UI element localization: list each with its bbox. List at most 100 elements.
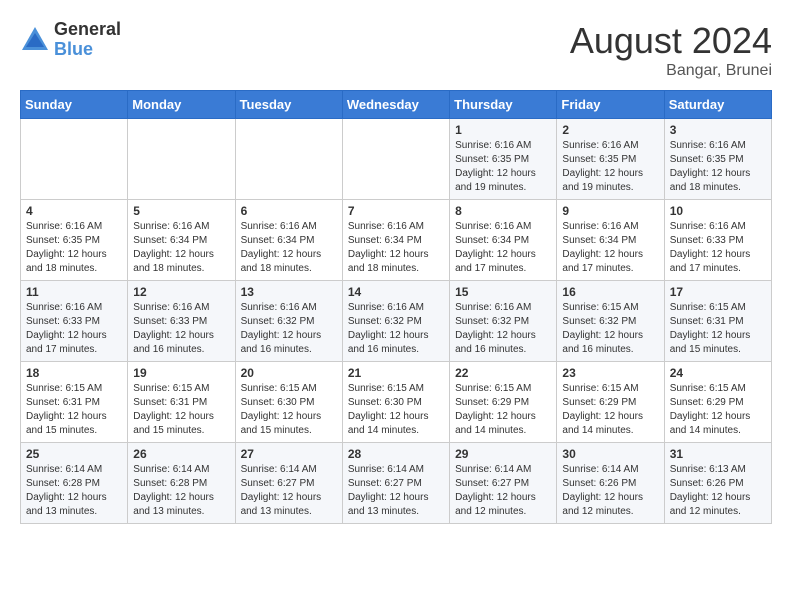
- day-number: 14: [348, 285, 444, 299]
- header-day-thursday: Thursday: [450, 91, 557, 119]
- day-number: 4: [26, 204, 122, 218]
- day-info: Sunrise: 6:16 AM Sunset: 6:35 PM Dayligh…: [455, 139, 551, 195]
- day-info: Sunrise: 6:16 AM Sunset: 6:33 PM Dayligh…: [133, 301, 229, 357]
- day-number: 21: [348, 366, 444, 380]
- day-info: Sunrise: 6:16 AM Sunset: 6:35 PM Dayligh…: [562, 139, 658, 195]
- day-info: Sunrise: 6:15 AM Sunset: 6:31 PM Dayligh…: [670, 301, 766, 357]
- logo: General Blue: [20, 20, 121, 60]
- day-number: 8: [455, 204, 551, 218]
- day-number: 2: [562, 123, 658, 137]
- calendar-cell: 16Sunrise: 6:15 AM Sunset: 6:32 PM Dayli…: [557, 281, 664, 362]
- calendar-cell: 25 Sunrise: 6:14 AM Sunset: 6:28 PM Dayli…: [21, 443, 128, 524]
- day-number: 1: [455, 123, 551, 137]
- calendar-cell: 18 Sunrise: 6:15 AM Sunset: 6:31 PM Dayli…: [21, 362, 128, 443]
- day-info: Sunrise: 6:15 AM Sunset: 6:29 PM Dayligh…: [670, 382, 766, 438]
- calendar-cell: [21, 119, 128, 200]
- day-number: 15: [455, 285, 551, 299]
- logo-blue-text: Blue: [54, 40, 121, 60]
- day-number: 22: [455, 366, 551, 380]
- calendar-cell: 24Sunrise: 6:15 AM Sunset: 6:29 PM Dayli…: [664, 362, 771, 443]
- calendar-cell: 2 Sunrise: 6:16 AM Sunset: 6:35 PM Daylig…: [557, 119, 664, 200]
- day-number: 29: [455, 447, 551, 461]
- calendar-cell: 31Sunrise: 6:13 AM Sunset: 6:26 PM Dayli…: [664, 443, 771, 524]
- calendar-cell: 21 Sunrise: 6:15 AM Sunset: 6:30 PM Dayli…: [342, 362, 449, 443]
- day-number: 9: [562, 204, 658, 218]
- calendar-cell: 22Sunrise: 6:15 AM Sunset: 6:29 PM Dayli…: [450, 362, 557, 443]
- day-number: 25: [26, 447, 122, 461]
- day-info: Sunrise: 6:14 AM Sunset: 6:27 PM Dayligh…: [241, 463, 337, 519]
- page-header: General Blue August 2024 Bangar, Brunei: [20, 20, 772, 80]
- day-number: 28: [348, 447, 444, 461]
- day-info: Sunrise: 6:16 AM Sunset: 6:34 PM Dayligh…: [241, 220, 337, 276]
- calendar-cell: 9Sunrise: 6:16 AM Sunset: 6:34 PM Daylig…: [557, 200, 664, 281]
- week-row-3: 11Sunrise: 6:16 AM Sunset: 6:33 PM Dayli…: [21, 281, 772, 362]
- calendar-cell: 11Sunrise: 6:16 AM Sunset: 6:33 PM Dayli…: [21, 281, 128, 362]
- calendar-cell: 15 Sunrise: 6:16 AM Sunset: 6:32 PM Dayli…: [450, 281, 557, 362]
- title-block: August 2024 Bangar, Brunei: [570, 20, 772, 80]
- day-info: Sunrise: 6:16 AM Sunset: 6:35 PM Dayligh…: [26, 220, 122, 276]
- calendar-cell: 8 Sunrise: 6:16 AM Sunset: 6:34 PM Daylig…: [450, 200, 557, 281]
- week-row-5: 25 Sunrise: 6:14 AM Sunset: 6:28 PM Dayli…: [21, 443, 772, 524]
- day-number: 6: [241, 204, 337, 218]
- day-number: 23: [562, 366, 658, 380]
- logo-general-text: General: [54, 20, 121, 40]
- day-info: Sunrise: 6:15 AM Sunset: 6:31 PM Dayligh…: [26, 382, 122, 438]
- calendar-cell: 19 Sunrise: 6:15 AM Sunset: 6:31 PM Dayli…: [128, 362, 235, 443]
- day-number: 26: [133, 447, 229, 461]
- calendar-cell: 7Sunrise: 6:16 AM Sunset: 6:34 PM Daylig…: [342, 200, 449, 281]
- day-info: Sunrise: 6:16 AM Sunset: 6:32 PM Dayligh…: [455, 301, 551, 357]
- calendar-cell: 5 Sunrise: 6:16 AM Sunset: 6:34 PM Daylig…: [128, 200, 235, 281]
- day-number: 16: [562, 285, 658, 299]
- calendar-cell: 1 Sunrise: 6:16 AM Sunset: 6:35 PM Daylig…: [450, 119, 557, 200]
- day-number: 10: [670, 204, 766, 218]
- calendar-cell: 23Sunrise: 6:15 AM Sunset: 6:29 PM Dayli…: [557, 362, 664, 443]
- calendar-table: SundayMondayTuesdayWednesdayThursdayFrid…: [20, 90, 772, 524]
- calendar-cell: [235, 119, 342, 200]
- calendar-cell: 12Sunrise: 6:16 AM Sunset: 6:33 PM Dayli…: [128, 281, 235, 362]
- calendar-cell: 29 Sunrise: 6:14 AM Sunset: 6:27 PM Dayli…: [450, 443, 557, 524]
- day-number: 18: [26, 366, 122, 380]
- calendar-cell: 30 Sunrise: 6:14 AM Sunset: 6:26 PM Dayli…: [557, 443, 664, 524]
- day-info: Sunrise: 6:16 AM Sunset: 6:34 PM Dayligh…: [133, 220, 229, 276]
- day-number: 31: [670, 447, 766, 461]
- header-day-friday: Friday: [557, 91, 664, 119]
- day-info: Sunrise: 6:16 AM Sunset: 6:35 PM Dayligh…: [670, 139, 766, 195]
- day-info: Sunrise: 6:15 AM Sunset: 6:30 PM Dayligh…: [348, 382, 444, 438]
- month-title: August 2024: [570, 20, 772, 62]
- calendar-body: 1 Sunrise: 6:16 AM Sunset: 6:35 PM Daylig…: [21, 119, 772, 524]
- logo-icon: [20, 25, 50, 55]
- day-info: Sunrise: 6:16 AM Sunset: 6:33 PM Dayligh…: [26, 301, 122, 357]
- day-info: Sunrise: 6:14 AM Sunset: 6:28 PM Dayligh…: [26, 463, 122, 519]
- calendar-cell: 27 Sunrise: 6:14 AM Sunset: 6:27 PM Dayli…: [235, 443, 342, 524]
- week-row-1: 1 Sunrise: 6:16 AM Sunset: 6:35 PM Daylig…: [21, 119, 772, 200]
- header-day-sunday: Sunday: [21, 91, 128, 119]
- location: Bangar, Brunei: [570, 62, 772, 80]
- day-number: 5: [133, 204, 229, 218]
- header-day-saturday: Saturday: [664, 91, 771, 119]
- day-info: Sunrise: 6:14 AM Sunset: 6:28 PM Dayligh…: [133, 463, 229, 519]
- header-day-tuesday: Tuesday: [235, 91, 342, 119]
- day-number: 7: [348, 204, 444, 218]
- day-info: Sunrise: 6:14 AM Sunset: 6:26 PM Dayligh…: [562, 463, 658, 519]
- day-info: Sunrise: 6:15 AM Sunset: 6:31 PM Dayligh…: [133, 382, 229, 438]
- calendar-cell: 28 Sunrise: 6:14 AM Sunset: 6:27 PM Dayli…: [342, 443, 449, 524]
- header-day-wednesday: Wednesday: [342, 91, 449, 119]
- calendar-cell: 17 Sunrise: 6:15 AM Sunset: 6:31 PM Dayli…: [664, 281, 771, 362]
- calendar-cell: 3 Sunrise: 6:16 AM Sunset: 6:35 PM Daylig…: [664, 119, 771, 200]
- day-info: Sunrise: 6:14 AM Sunset: 6:27 PM Dayligh…: [348, 463, 444, 519]
- day-number: 13: [241, 285, 337, 299]
- day-number: 19: [133, 366, 229, 380]
- day-number: 30: [562, 447, 658, 461]
- day-number: 27: [241, 447, 337, 461]
- calendar-cell: 4 Sunrise: 6:16 AM Sunset: 6:35 PM Daylig…: [21, 200, 128, 281]
- day-info: Sunrise: 6:14 AM Sunset: 6:27 PM Dayligh…: [455, 463, 551, 519]
- day-info: Sunrise: 6:16 AM Sunset: 6:32 PM Dayligh…: [241, 301, 337, 357]
- calendar-cell: 10Sunrise: 6:16 AM Sunset: 6:33 PM Dayli…: [664, 200, 771, 281]
- day-number: 17: [670, 285, 766, 299]
- week-row-4: 18 Sunrise: 6:15 AM Sunset: 6:31 PM Dayli…: [21, 362, 772, 443]
- day-number: 3: [670, 123, 766, 137]
- day-info: Sunrise: 6:16 AM Sunset: 6:34 PM Dayligh…: [455, 220, 551, 276]
- day-info: Sunrise: 6:15 AM Sunset: 6:30 PM Dayligh…: [241, 382, 337, 438]
- calendar-header: SundayMondayTuesdayWednesdayThursdayFrid…: [21, 91, 772, 119]
- day-info: Sunrise: 6:16 AM Sunset: 6:32 PM Dayligh…: [348, 301, 444, 357]
